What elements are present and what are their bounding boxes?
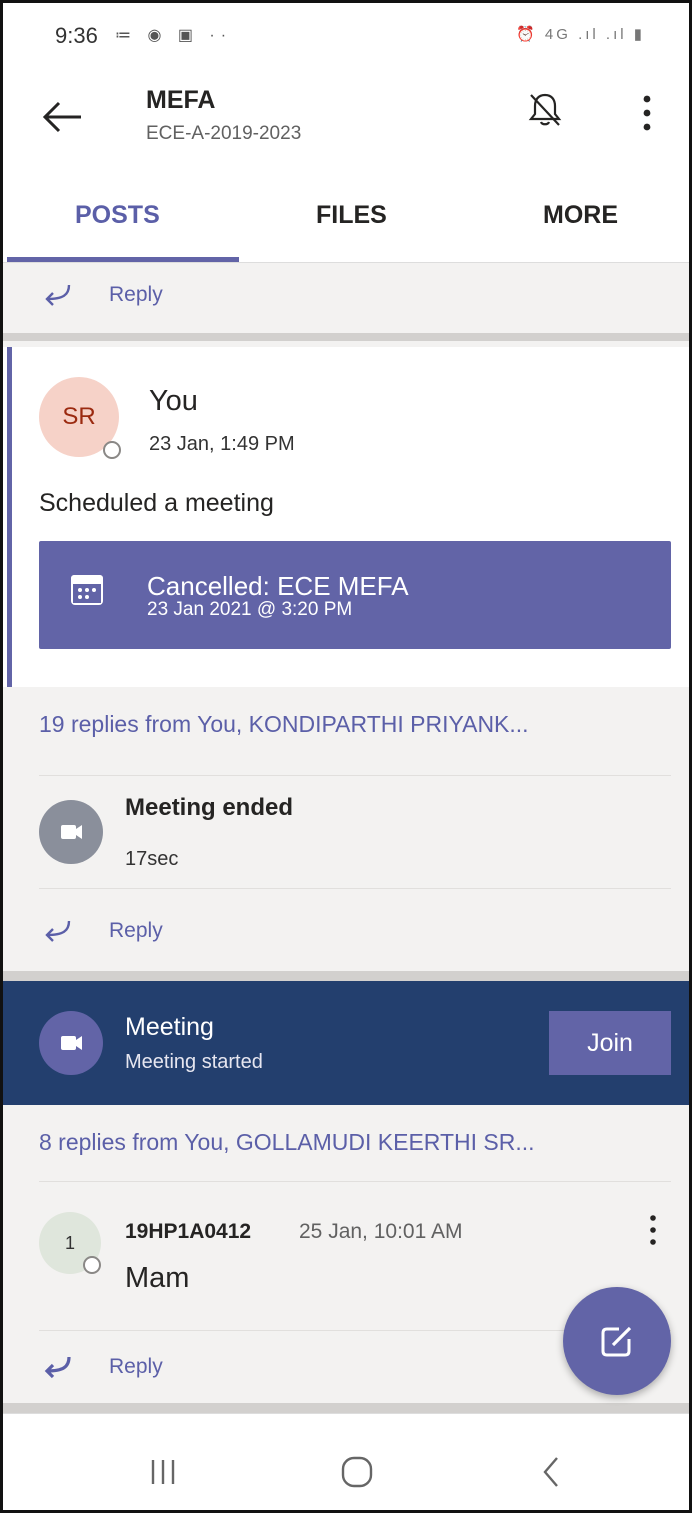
- message-text: Mam: [125, 1262, 190, 1294]
- divider: [3, 333, 689, 341]
- replies-summary-link[interactable]: 19 replies from You, KONDIPARTHI PRIYANK…: [39, 711, 529, 738]
- back-nav-icon[interactable]: [531, 1452, 571, 1492]
- tab-bar: POSTS FILES MORE: [3, 167, 689, 263]
- active-meeting-banner[interactable]: Meeting Meeting started Join: [3, 981, 689, 1105]
- status-bar: 9:36 ≔ ◉ ▣ ·· ⏰ 4G .ıl .ıl ▮: [3, 3, 689, 67]
- divider: [3, 1403, 689, 1413]
- meeting-card-title: Cancelled: ECE MEFA: [147, 571, 409, 601]
- message-sender: 19HP1A0412: [125, 1220, 252, 1243]
- active-tab-indicator: [7, 257, 239, 262]
- reply-arrow-icon: [44, 1356, 71, 1379]
- status-time: 9:36: [55, 23, 98, 48]
- tab-files[interactable]: FILES: [316, 201, 387, 230]
- channel-header: MEFA ECE-A-2019-2023: [3, 67, 689, 167]
- replies-summary-link[interactable]: 8 replies from You, GOLLAMUDI KEERTHI SR…: [39, 1129, 535, 1156]
- channel-title: MEFA: [146, 86, 216, 114]
- meeting-banner-status: Meeting started: [125, 1051, 263, 1073]
- reply-label: Reply: [109, 283, 163, 306]
- reply-label: Reply: [109, 919, 163, 942]
- team-subtitle: ECE-A-2019-2023: [146, 123, 302, 144]
- post-body: Scheduled a meeting: [39, 489, 274, 517]
- home-icon[interactable]: [337, 1452, 377, 1492]
- compose-button[interactable]: [563, 1287, 671, 1395]
- presence-status-icon: [103, 441, 121, 459]
- system-navigation-bar: [3, 1413, 689, 1510]
- post-author: You: [149, 385, 198, 417]
- meeting-card[interactable]: Cancelled: ECE MEFA 23 Jan 2021 @ 3:20 P…: [39, 541, 671, 649]
- calendar-icon: [71, 575, 103, 605]
- presence-status-icon: [83, 1256, 101, 1274]
- reply-label: Reply: [109, 1355, 163, 1378]
- back-arrow-icon[interactable]: [37, 93, 85, 141]
- video-camera-icon: [39, 800, 103, 864]
- meeting-card-date: 23 Jan 2021 @ 3:20 PM: [147, 599, 353, 620]
- recent-apps-icon[interactable]: [143, 1452, 183, 1492]
- more-vertical-icon[interactable]: [643, 1212, 663, 1248]
- notification-icons: ≔ ◉ ▣ ··: [115, 27, 233, 44]
- message-time: 25 Jan, 10:01 AM: [299, 1220, 463, 1243]
- reply-button[interactable]: Reply: [3, 901, 689, 961]
- meeting-banner-title: Meeting: [125, 1013, 214, 1041]
- post-accent-bar: [7, 347, 12, 687]
- tab-more[interactable]: MORE: [543, 201, 618, 230]
- divider: [3, 971, 689, 981]
- post-card[interactable]: SR You 23 Jan, 1:49 PM Scheduled a meeti…: [3, 347, 689, 687]
- compose-icon: [601, 1326, 632, 1357]
- reply-arrow-icon: [45, 920, 71, 942]
- video-camera-icon: [39, 1011, 103, 1075]
- bell-off-icon[interactable]: [525, 89, 565, 129]
- join-button[interactable]: Join: [549, 1011, 671, 1075]
- reply-button[interactable]: Reply: [3, 265, 689, 325]
- post-timestamp: 23 Jan, 1:49 PM: [149, 433, 295, 455]
- event-title: Meeting ended: [125, 794, 294, 821]
- more-vertical-icon[interactable]: [635, 91, 659, 135]
- app-frame: 9:36 ≔ ◉ ▣ ·· ⏰ 4G .ıl .ıl ▮ MEFA ECE-A-…: [0, 0, 692, 1513]
- reply-arrow-icon: [45, 284, 71, 306]
- tab-posts[interactable]: POSTS: [75, 201, 160, 230]
- event-duration: 17sec: [125, 848, 179, 870]
- system-status-icons: ⏰ 4G .ıl .ıl ▮: [516, 26, 645, 43]
- meeting-ended-event: Meeting ended 17sec: [39, 775, 671, 889]
